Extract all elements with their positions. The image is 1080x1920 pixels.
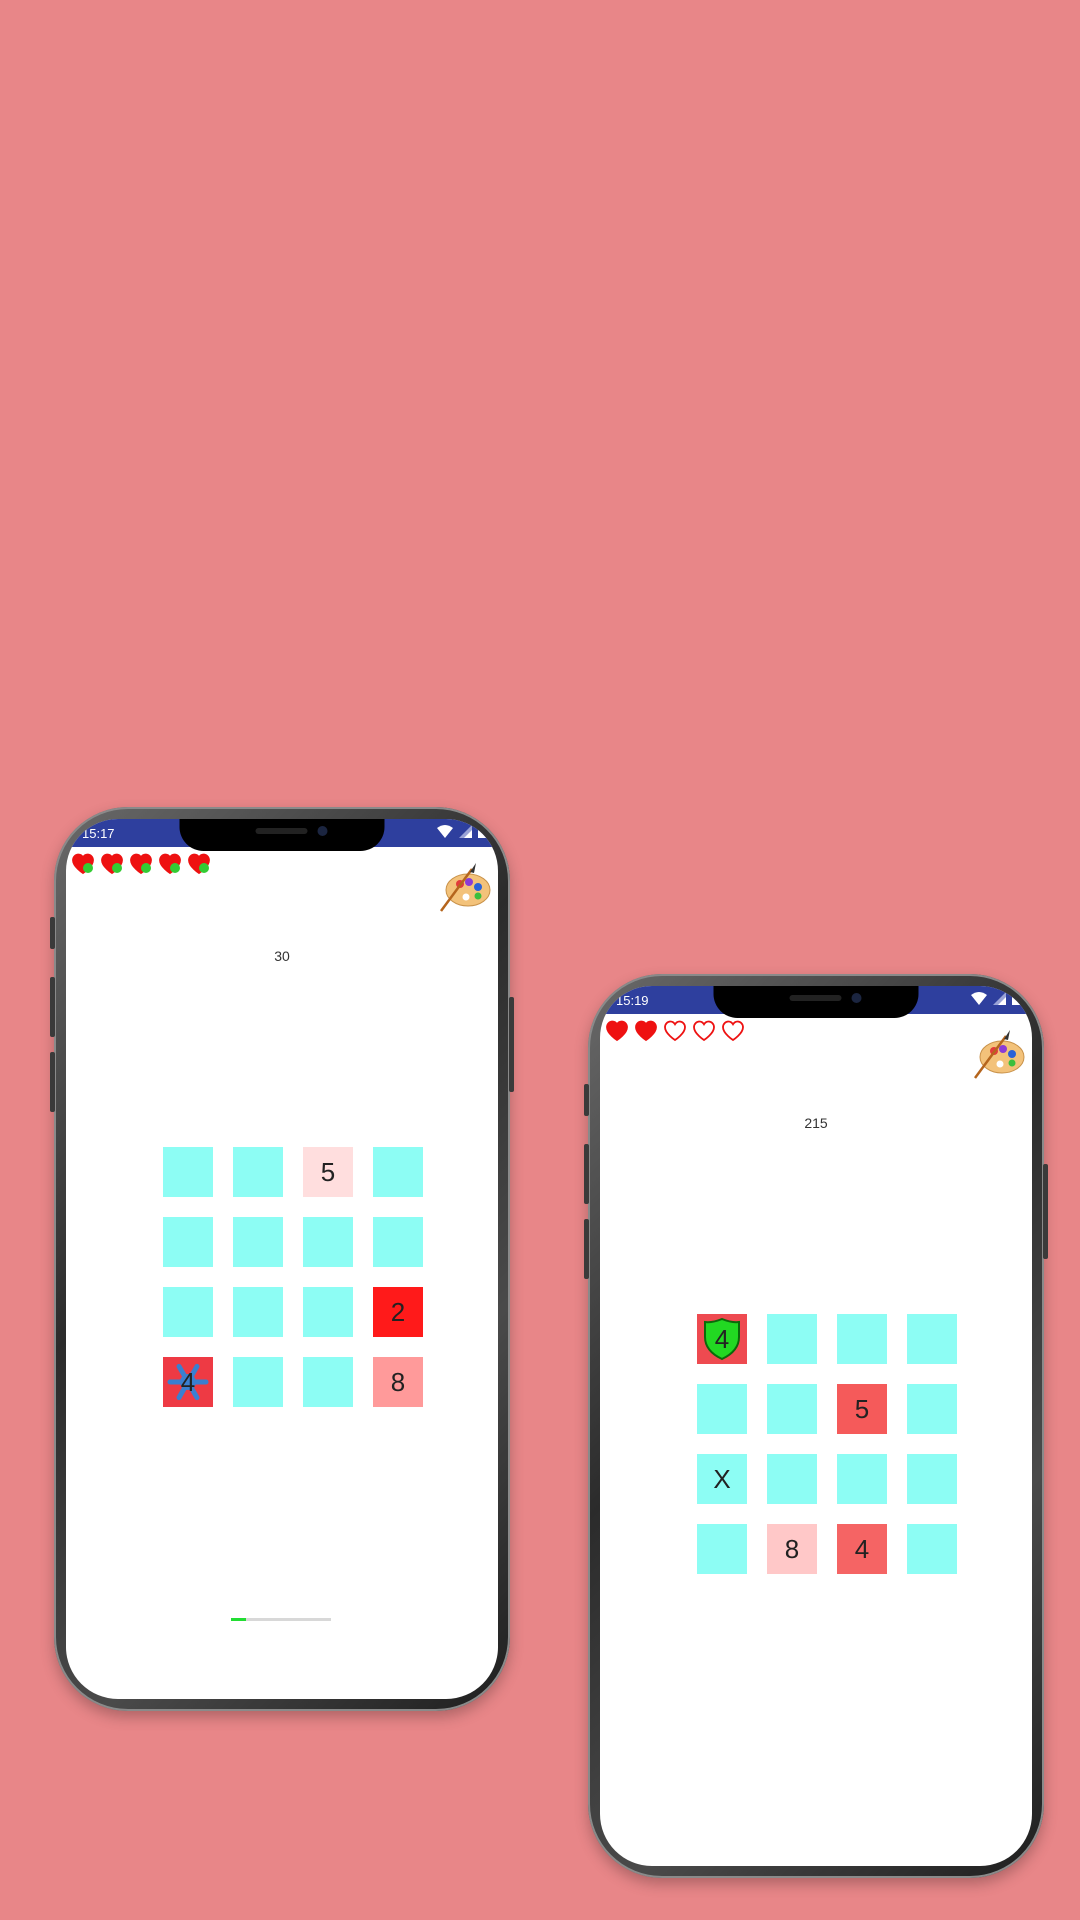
- heart-filled-icon: [635, 1020, 657, 1042]
- wifi-icon: [971, 992, 987, 1005]
- heart-empty-icon: [722, 1020, 744, 1042]
- grid-tile[interactable]: 2: [373, 1287, 423, 1337]
- grid-tile[interactable]: [373, 1147, 423, 1197]
- tile-grid: 5 2 4 8: [163, 1147, 423, 1407]
- grid-tile[interactable]: [373, 1217, 423, 1267]
- lives-indicator: [606, 1020, 744, 1042]
- grid-tile[interactable]: [163, 1147, 213, 1197]
- heart-filled-icon: [606, 1020, 628, 1042]
- grid-tile[interactable]: [767, 1384, 817, 1434]
- palette-icon[interactable]: [438, 859, 492, 913]
- grid-tile[interactable]: [233, 1287, 283, 1337]
- volume-up-button: [50, 977, 55, 1037]
- mute-switch: [584, 1084, 589, 1116]
- signal-icon: [993, 992, 1006, 1005]
- grid-tile[interactable]: 5: [837, 1384, 887, 1434]
- grid-tile[interactable]: [233, 1357, 283, 1407]
- grid-tile[interactable]: [907, 1384, 957, 1434]
- grid-tile[interactable]: [303, 1357, 353, 1407]
- volume-up-button: [584, 1144, 589, 1204]
- grid-tile[interactable]: [907, 1524, 957, 1574]
- progress-bar: [231, 1618, 331, 1621]
- tile-label: 4: [180, 1366, 196, 1397]
- grid-tile[interactable]: 4: [837, 1524, 887, 1574]
- tile-label: 5: [320, 1156, 336, 1187]
- phone-mockup-left: 15:17 30 5 2 4 8: [50, 807, 514, 1711]
- grid-tile[interactable]: [233, 1217, 283, 1267]
- grid-tile[interactable]: 4: [163, 1357, 213, 1407]
- battery-icon: [1012, 992, 1020, 1005]
- grid-tile[interactable]: [163, 1287, 213, 1337]
- score-label: 215: [804, 1115, 828, 1131]
- tile-label: 4: [854, 1533, 870, 1564]
- heart-plus-icon: [159, 853, 181, 875]
- heart-plus-icon: [188, 853, 210, 875]
- tile-grid: 4 5 X 8 4: [697, 1314, 957, 1574]
- heart-plus-icon: [72, 853, 94, 875]
- status-time: 15:17: [82, 826, 115, 841]
- grid-tile[interactable]: [303, 1217, 353, 1267]
- score-label: 30: [274, 948, 290, 964]
- heart-empty-icon: [693, 1020, 715, 1042]
- grid-tile[interactable]: 5: [303, 1147, 353, 1197]
- mute-switch: [50, 917, 55, 949]
- tile-label: 8: [390, 1366, 406, 1397]
- tile-label: X: [713, 1463, 731, 1494]
- heart-plus-icon: [101, 853, 123, 875]
- grid-tile[interactable]: [163, 1217, 213, 1267]
- battery-icon: [478, 825, 486, 838]
- power-button: [509, 997, 514, 1092]
- phone-mockup-right: 15:19 215 4 5 X 8 4: [584, 974, 1048, 1878]
- grid-tile[interactable]: 8: [373, 1357, 423, 1407]
- lives-indicator: [72, 853, 210, 875]
- grid-tile[interactable]: [767, 1314, 817, 1364]
- signal-icon: [459, 825, 472, 838]
- tile-label: 8: [784, 1533, 800, 1564]
- status-time: 15:19: [616, 993, 649, 1008]
- tile-label: 2: [390, 1296, 406, 1327]
- notch: [179, 819, 385, 851]
- notch: [713, 986, 919, 1018]
- volume-down-button: [50, 1052, 55, 1112]
- heart-empty-icon: [664, 1020, 686, 1042]
- grid-tile[interactable]: [767, 1454, 817, 1504]
- grid-tile[interactable]: X: [697, 1454, 747, 1504]
- power-button: [1043, 1164, 1048, 1259]
- heart-plus-icon: [130, 853, 152, 875]
- tile-label: 5: [854, 1393, 870, 1424]
- volume-down-button: [584, 1219, 589, 1279]
- wifi-icon: [437, 825, 453, 838]
- grid-tile[interactable]: [907, 1314, 957, 1364]
- grid-tile[interactable]: [697, 1384, 747, 1434]
- palette-icon[interactable]: [972, 1026, 1026, 1080]
- progress-fill: [231, 1618, 246, 1621]
- app-screen: 15:17 30 5 2 4 8: [66, 819, 498, 1699]
- tile-label: 4: [714, 1323, 730, 1354]
- grid-tile[interactable]: 4: [697, 1314, 747, 1364]
- grid-tile[interactable]: 8: [767, 1524, 817, 1574]
- grid-tile[interactable]: [233, 1147, 283, 1197]
- grid-tile[interactable]: [837, 1454, 887, 1504]
- grid-tile[interactable]: [907, 1454, 957, 1504]
- grid-tile[interactable]: [303, 1287, 353, 1337]
- app-screen: 15:19 215 4 5 X 8 4: [600, 986, 1032, 1866]
- grid-tile[interactable]: [697, 1524, 747, 1574]
- grid-tile[interactable]: [837, 1314, 887, 1364]
